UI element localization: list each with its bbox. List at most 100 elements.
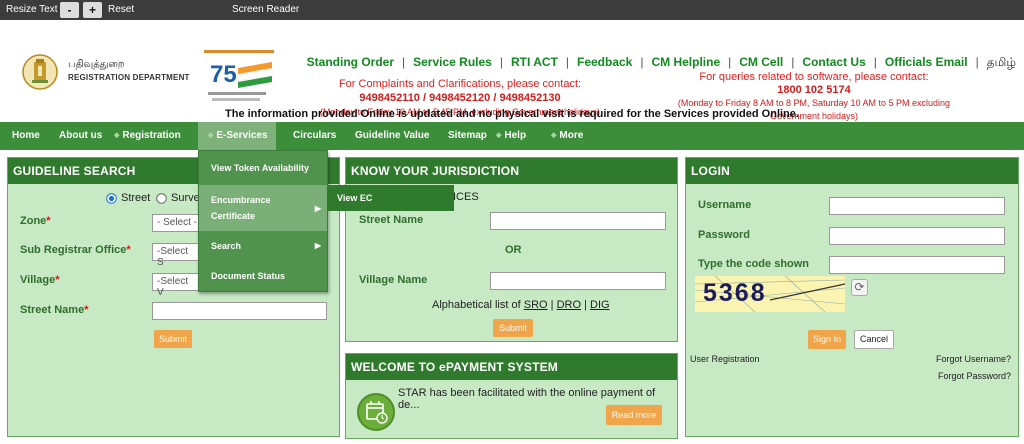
jurisdiction-street-input[interactable]: [490, 212, 666, 230]
department-name: பதிவுத்துறை REGISTRATION DEPARTMENT: [68, 58, 190, 84]
document-status-item[interactable]: Document Status: [199, 267, 327, 285]
nav-home[interactable]: Home: [12, 122, 40, 150]
sro-label: Sub Registrar Office*: [20, 244, 131, 256]
jurisdiction-subtitle: ICES: [453, 191, 479, 203]
street-radio[interactable]: [106, 193, 117, 204]
sro-select[interactable]: -Select S: [152, 243, 202, 268]
captcha-image: 5368: [695, 276, 845, 312]
software-phone: 1800 102 5174: [777, 84, 851, 96]
submenu-arrow-icon: ▶: [314, 204, 321, 213]
search-item[interactable]: Search ▶: [199, 237, 327, 255]
software-title: For queries related to software, please …: [699, 71, 929, 83]
bullet-icon: ◆: [114, 132, 120, 139]
service-rules-link[interactable]: Service Rules: [413, 55, 492, 69]
forgot-username-link[interactable]: Forgot Username?: [936, 354, 1011, 364]
guideline-submit-button[interactable]: Submit: [154, 330, 192, 348]
login-title: LOGIN: [686, 158, 1018, 184]
zone-select[interactable]: - Select -: [152, 214, 202, 232]
bullet-icon: ◆: [551, 132, 557, 139]
nav-circulars[interactable]: Circulars: [293, 122, 336, 150]
decrease-text-button[interactable]: -: [60, 2, 79, 18]
jurisdiction-village-input[interactable]: [490, 272, 666, 290]
survey-radio-label: Surve: [171, 192, 200, 204]
jurisdiction-submit-button[interactable]: Submit: [493, 319, 533, 337]
view-token-availability-item[interactable]: View Token Availability: [199, 159, 327, 177]
view-ec-submenu-item[interactable]: View EC: [327, 185, 454, 211]
cm-helpline-link[interactable]: CM Helpline: [651, 55, 720, 69]
main-nav: Home About us ◆ Registration ◆ E-Services …: [0, 122, 1024, 150]
link-divider: |: [584, 299, 587, 311]
increase-text-button[interactable]: +: [83, 2, 102, 18]
street-name-label: Street Name*: [20, 304, 89, 316]
calendar-payment-icon: [357, 393, 395, 431]
dept-name-tamil: பதிவுத்துறை: [68, 59, 125, 70]
link-divider: |: [550, 299, 554, 311]
officials-email-link[interactable]: Officials Email: [885, 55, 968, 69]
nav-about-us[interactable]: About us: [59, 122, 102, 150]
standing-order-link[interactable]: Standing Order: [307, 55, 394, 69]
read-more-button[interactable]: Read more: [606, 405, 662, 425]
nav-more-label: More: [559, 130, 584, 141]
top-links: Standing Order | Service Rules | RTI ACT | Fee…: [306, 55, 1016, 69]
jurisdiction-title: KNOW YOUR JURISDICTION: [346, 158, 677, 184]
tn-emblem-icon: [22, 54, 58, 90]
encumbrance-label: Encumbrance: [211, 195, 271, 205]
dro-link[interactable]: DRO: [557, 299, 581, 311]
jurisdiction-street-label: Street Name: [359, 214, 424, 226]
cancel-button[interactable]: Cancel: [854, 330, 894, 349]
screen-reader-link[interactable]: Screen Reader: [232, 4, 299, 15]
online-notice: The information provided Online is updat…: [225, 108, 799, 120]
nav-help[interactable]: ◆ Help: [496, 122, 526, 150]
street-radio-label: Street: [121, 192, 151, 204]
nav-guideline-value[interactable]: Guideline Value: [355, 122, 429, 150]
or-label: OR: [505, 244, 522, 256]
alphabetical-list: Alphabetical list of SRO | DRO | DIG: [432, 299, 610, 311]
nav-registration[interactable]: ◆ Registration: [114, 122, 181, 150]
resize-text-label: Resize Text: [6, 4, 58, 15]
bullet-icon: ◆: [496, 132, 502, 139]
zone-label: Zone*: [20, 215, 51, 227]
password-label: Password: [698, 229, 750, 241]
dig-link[interactable]: DIG: [590, 299, 610, 311]
e-services-dropdown: View Token Availability Encumbrance Cert…: [198, 150, 328, 292]
nav-help-label: Help: [504, 130, 527, 141]
tamil-language-link[interactable]: தமிழ்: [987, 55, 1016, 69]
cm-cell-link[interactable]: CM Cell: [739, 55, 783, 69]
feedback-link[interactable]: Feedback: [577, 55, 632, 69]
azadi-75-logo-icon: 75: [204, 50, 274, 101]
captcha-text: 5368: [703, 279, 767, 307]
password-input[interactable]: [829, 227, 1005, 245]
certificate-label: Certificate: [211, 211, 256, 221]
contact-us-link[interactable]: Contact Us: [802, 55, 865, 69]
rti-act-link[interactable]: RTI ACT: [511, 55, 558, 69]
epayment-title: WELCOME TO ePAYMENT SYSTEM: [346, 354, 677, 380]
jurisdiction-village-label: Village Name: [359, 274, 428, 286]
refresh-captcha-icon[interactable]: ⟳: [851, 279, 868, 296]
nav-registration-label: Registration: [122, 130, 181, 141]
nav-sitemap[interactable]: Sitemap: [448, 122, 487, 150]
site-header: பதிவுத்துறை REGISTRATION DEPARTMENT 75 S…: [0, 20, 1024, 122]
nav-more[interactable]: ◆ More: [551, 122, 583, 150]
alphabetical-prefix: Alphabetical list of: [432, 299, 521, 311]
encumbrance-certificate-item[interactable]: Encumbrance Certificate ▶: [199, 185, 327, 231]
survey-radio[interactable]: [156, 193, 167, 204]
search-label: Search: [211, 241, 242, 251]
village-label: Village*: [20, 274, 60, 286]
sro-link[interactable]: SRO: [524, 299, 548, 311]
username-input[interactable]: [829, 197, 1005, 215]
complaints-title: For Complaints and Clarifications, pleas…: [338, 78, 582, 90]
nav-e-services[interactable]: ◆ E-Services: [198, 122, 276, 150]
village-select[interactable]: -Select V: [152, 273, 202, 298]
nav-e-services-label: E-Services: [216, 130, 268, 141]
svg-text:75: 75: [210, 61, 237, 88]
sign-in-button[interactable]: Sign In: [808, 330, 846, 349]
forgot-password-link[interactable]: Forgot Password?: [938, 371, 1011, 381]
complaints-phones: 9498452110 / 9498452120 / 9498452130: [359, 92, 561, 104]
street-name-input[interactable]: [152, 302, 327, 320]
captcha-input[interactable]: [829, 256, 1005, 274]
submenu-arrow-icon: ▶: [314, 241, 321, 250]
reset-text-button[interactable]: Reset: [108, 4, 134, 15]
user-registration-link[interactable]: User Registration: [690, 354, 760, 364]
username-label: Username: [698, 199, 752, 211]
login-panel: LOGIN Username Password Type the code sh…: [685, 157, 1019, 437]
